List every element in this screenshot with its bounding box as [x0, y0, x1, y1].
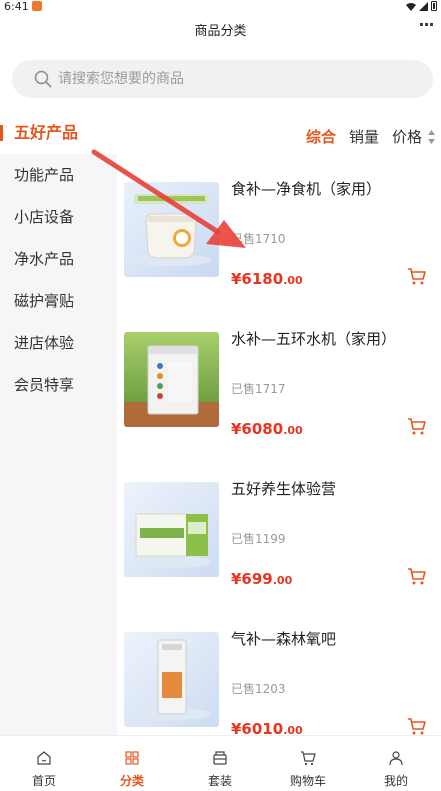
- sort-sales[interactable]: 销量: [349, 126, 379, 147]
- tab-cart[interactable]: 购物车: [264, 736, 352, 791]
- profile-icon: [389, 751, 403, 766]
- nav-bar: 商品分类 ···: [0, 14, 441, 46]
- search-input[interactable]: [58, 68, 398, 90]
- product-sold-count: 已售1717: [231, 382, 286, 396]
- product-price: ¥6080.00: [231, 420, 303, 438]
- product-image[interactable]: [124, 482, 219, 577]
- price-integer: ¥699: [231, 570, 273, 588]
- price-integer: ¥6080: [231, 420, 284, 438]
- tab-category[interactable]: 分类: [88, 736, 176, 791]
- price-decimal: .00: [283, 424, 303, 437]
- page-title: 商品分类: [194, 24, 247, 39]
- battery-icon: [431, 1, 437, 11]
- signal-icon: [419, 1, 428, 11]
- status-bar: 6:41: [0, 0, 441, 14]
- sidebar-item-function[interactable]: 功能产品: [0, 154, 117, 196]
- product-sold-count: 已售1710: [231, 232, 286, 246]
- product-item[interactable]: 五好养生体验营 已售1199 ¥699.00: [117, 470, 441, 620]
- product-name: 气补—森林氧吧: [231, 630, 337, 648]
- search-bar[interactable]: [12, 60, 433, 98]
- product-image[interactable]: [124, 632, 219, 727]
- more-icon[interactable]: ···: [415, 17, 437, 38]
- tab-home-label: 首页: [31, 774, 56, 788]
- category-sidebar: 五好产品 功能产品 小店设备 净水产品 磁护膏贴 进店体验 会员特享: [0, 112, 117, 735]
- add-to-cart-icon[interactable]: [407, 716, 427, 736]
- add-to-cart-icon[interactable]: [407, 266, 427, 286]
- sidebar-item-store-equipment[interactable]: 小店设备: [0, 196, 117, 238]
- sidebar-item-magnetic-patch[interactable]: 磁护膏贴: [0, 280, 117, 322]
- wifi-icon: [406, 2, 416, 11]
- product-price: ¥6180.00: [231, 270, 303, 288]
- oxygen-bar-image: [124, 632, 219, 727]
- tab-cart-label: 购物车: [289, 774, 326, 788]
- product-image[interactable]: [124, 332, 219, 427]
- tab-home[interactable]: 首页: [0, 736, 88, 791]
- product-item[interactable]: 食补—净食机（家用） 已售1710 ¥6180.00: [117, 170, 441, 320]
- app-notification-icon: [32, 1, 42, 11]
- price-decimal: .00: [272, 574, 293, 587]
- home-icon: [37, 751, 51, 765]
- add-to-cart-icon[interactable]: [407, 416, 427, 436]
- product-name: 五好养生体验营: [231, 480, 337, 498]
- sidebar-item-wuhao[interactable]: 五好产品: [0, 112, 117, 154]
- tab-category-label: 分类: [119, 774, 144, 788]
- price-decimal: .00: [283, 274, 303, 287]
- water-machine-image: [124, 332, 219, 427]
- sort-price[interactable]: 价格: [392, 126, 422, 147]
- search-icon: [34, 70, 52, 88]
- product-sold-count: 已售1199: [231, 532, 286, 546]
- product-sold-count: 已售1203: [231, 682, 286, 696]
- product-price: ¥699.00: [231, 570, 292, 588]
- tab-bundle-label: 套装: [207, 774, 232, 788]
- sidebar-item-store-experience[interactable]: 进店体验: [0, 322, 117, 364]
- status-icons: [406, 1, 437, 11]
- food-purifier-image: [124, 182, 219, 277]
- price-integer: ¥6180: [231, 270, 284, 288]
- experience-camp-image: [124, 482, 219, 577]
- sort-bar: 综合 销量 价格: [117, 118, 441, 154]
- product-image[interactable]: [124, 182, 219, 277]
- sidebar-item-member[interactable]: 会员特享: [0, 364, 117, 406]
- bundle-icon: [213, 751, 227, 765]
- bottom-tab-bar: 首页 分类 套装 购物车 我的: [0, 735, 441, 791]
- tab-bundle[interactable]: 套装: [176, 736, 264, 791]
- sort-arrows-icon[interactable]: [427, 128, 436, 146]
- cart-icon: [301, 751, 316, 766]
- product-name: 食补—净食机（家用）: [231, 180, 382, 198]
- status-time: 6:41: [4, 0, 29, 13]
- tab-profile-label: 我的: [383, 774, 408, 788]
- tab-profile[interactable]: 我的: [352, 736, 440, 791]
- product-item[interactable]: 水补—五环水机（家用） 已售1717 ¥6080.00: [117, 320, 441, 470]
- product-name: 水补—五环水机（家用）: [231, 330, 397, 348]
- sidebar-item-water[interactable]: 净水产品: [0, 238, 117, 280]
- add-to-cart-icon[interactable]: [407, 566, 427, 586]
- sort-comprehensive[interactable]: 综合: [306, 126, 336, 147]
- category-icon: [125, 751, 139, 765]
